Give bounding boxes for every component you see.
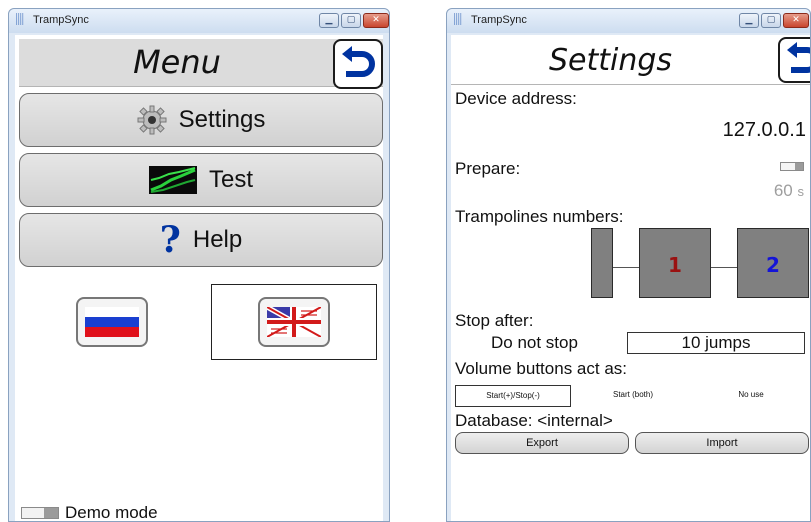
settings-window-titlebar[interactable]: ⠿⠿ ⠿⠿ TrampSync ▁ ▢ ✕: [447, 9, 810, 33]
trampoline-link: [711, 267, 737, 268]
minimize-button[interactable]: ▁: [739, 13, 759, 28]
russian-flag-icon: [85, 307, 139, 337]
volume-buttons-label: Volume buttons act as:: [455, 359, 627, 378]
back-button[interactable]: [333, 39, 383, 89]
stop-option-do-not-stop[interactable]: Do not stop: [491, 333, 578, 353]
help-button-label: Help: [192, 226, 243, 253]
uk-flag-icon: [267, 307, 321, 337]
app-icon: ⠿⠿ ⠿⠿: [15, 13, 24, 27]
page-title: Settings: [548, 43, 673, 78]
prepare-label: Prepare:: [455, 159, 521, 178]
demo-mode-row: Demo mode: [21, 503, 158, 521]
database-label: Database: <internal>: [455, 411, 613, 430]
trampoline-slot-empty[interactable]: [591, 228, 613, 298]
maximize-button[interactable]: ▢: [341, 13, 361, 28]
settings-window: ⠿⠿ ⠿⠿ TrampSync ▁ ▢ ✕ Settings Device add…: [446, 8, 811, 522]
volume-option-no-use[interactable]: No use: [695, 385, 807, 407]
trampoline-slot-1[interactable]: 1: [639, 228, 711, 298]
menu-window-titlebar[interactable]: ⠿⠿ ⠿⠿ TrampSync ▁ ▢ ✕: [9, 9, 389, 33]
trampolines-label: Trampolines numbers:: [455, 207, 624, 226]
help-button[interactable]: ? Help: [19, 213, 383, 267]
prepare-unit: s: [797, 184, 805, 199]
window-title: TrampSync: [471, 14, 527, 26]
demo-mode-label: Demo mode: [65, 503, 158, 521]
stop-after-label: Stop after:: [455, 311, 534, 330]
maximize-button[interactable]: ▢: [761, 13, 781, 28]
app-icon: ⠿⠿ ⠿⠿: [453, 13, 462, 27]
device-address-label: Device address:: [455, 89, 577, 108]
volume-option-start-stop[interactable]: Start(+)/Stop(-): [455, 385, 571, 407]
russian-flag-button[interactable]: [76, 297, 148, 347]
minimize-button[interactable]: ▁: [319, 13, 339, 28]
trampoline-link: [613, 267, 639, 268]
question-mark-icon: ?: [159, 219, 181, 261]
demo-mode-toggle[interactable]: [21, 507, 59, 519]
back-button[interactable]: [778, 37, 810, 83]
page-title: Menu: [133, 43, 221, 81]
menu-client-area: Menu Settings Test ? Help Demo mode: [15, 35, 383, 521]
undo-arrow-icon: [787, 42, 810, 73]
close-button[interactable]: ✕: [783, 13, 809, 28]
signal-chart-icon: [148, 166, 197, 194]
trampoline-slot-2[interactable]: 2: [737, 228, 809, 298]
prepare-value[interactable]: 60 s: [774, 181, 804, 201]
test-button-label: Test: [208, 166, 253, 193]
language-english-option[interactable]: [211, 284, 377, 360]
prepare-seconds: 60: [773, 181, 793, 200]
settings-button[interactable]: Settings: [19, 93, 383, 147]
volume-option-start-both[interactable]: Start (both): [575, 385, 691, 407]
menu-window: ⠿⠿ ⠿⠿ TrampSync ▁ ▢ ✕ Menu Settings Test…: [8, 8, 390, 522]
import-button[interactable]: Import: [635, 432, 809, 454]
window-title: TrampSync: [33, 14, 89, 26]
close-button[interactable]: ✕: [363, 13, 389, 28]
trampoline-number: 1: [668, 253, 682, 277]
stop-option-10-jumps[interactable]: 10 jumps: [627, 332, 805, 354]
export-button[interactable]: Export: [455, 432, 629, 454]
settings-client-area: Settings Device address: 127.0.0.1 Prepa…: [451, 35, 810, 521]
trampoline-number: 2: [766, 253, 780, 277]
settings-button-label: Settings: [178, 106, 266, 133]
menu-header: Menu: [19, 39, 383, 89]
uk-flag-button[interactable]: [258, 297, 330, 347]
language-russian-option[interactable]: [29, 284, 195, 360]
undo-arrow-icon: [342, 46, 375, 77]
prepare-toggle[interactable]: [780, 162, 804, 171]
test-button[interactable]: Test: [19, 153, 383, 207]
device-address-value[interactable]: 127.0.0.1: [723, 119, 806, 142]
gear-icon: [137, 105, 167, 135]
settings-header: Settings: [451, 37, 810, 85]
